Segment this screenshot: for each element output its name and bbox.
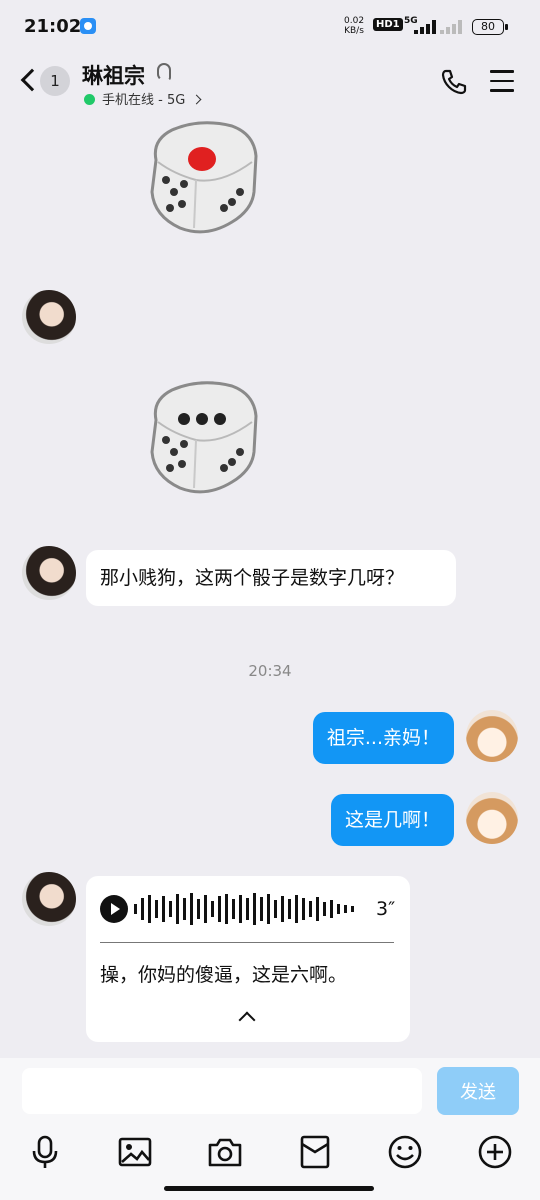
emoji-icon[interactable] [387, 1134, 423, 1170]
incoming-message-bubble[interactable]: 那小贱狗，这两个骰子是数字几呀？ [86, 550, 456, 606]
dice-one-sticker[interactable] [144, 118, 260, 236]
chat-header: 1 琳祖宗 手机在线 - 5G [0, 52, 540, 114]
contact-avatar[interactable] [22, 872, 76, 926]
contact-name[interactable]: 琳祖宗 [82, 60, 145, 90]
send-button[interactable]: 发送 [437, 1067, 519, 1115]
plus-icon[interactable] [477, 1134, 513, 1170]
outgoing-message-bubble[interactable]: 这是几啊！ [330, 794, 454, 846]
red-packet-icon[interactable] [297, 1134, 333, 1170]
online-status-text: 手机在线 - 5G [102, 93, 186, 108]
message-timestamp: 20:34 [248, 662, 292, 680]
voice-duration: 3″ [376, 898, 396, 920]
divider [100, 942, 394, 943]
dice-three-sticker[interactable] [144, 378, 260, 496]
online-status[interactable]: 手机在线 - 5G [84, 89, 202, 108]
network-speed-value: 0.02 [344, 16, 365, 26]
message-input[interactable] [22, 1068, 422, 1114]
phone-call-icon[interactable] [440, 68, 468, 96]
my-avatar[interactable] [466, 710, 518, 762]
unread-count-badge: 1 [40, 66, 70, 96]
status-bar: 21:02 0.02 KB/s HD1 5G 80 [0, 0, 540, 52]
chevron-up-icon[interactable] [238, 1011, 256, 1029]
earpiece-icon [157, 63, 171, 81]
chat-toolbar [0, 1128, 540, 1174]
battery-icon: 80 [472, 19, 508, 35]
back-button[interactable]: 1 [16, 62, 76, 102]
my-avatar[interactable] [466, 792, 518, 844]
contact-avatar[interactable] [22, 290, 76, 344]
outgoing-message-bubble[interactable]: 祖宗...亲妈！ [312, 712, 454, 764]
voice-transcript: 操，你妈的傻逼，这是六啊。 [100, 964, 348, 986]
home-indicator[interactable] [164, 1186, 374, 1191]
microphone-icon[interactable] [27, 1134, 63, 1170]
status-time: 21:02 [24, 16, 82, 37]
image-icon[interactable] [117, 1134, 153, 1170]
contact-avatar[interactable] [22, 546, 76, 600]
network-speed-unit: KB/s [344, 26, 364, 36]
app-notification-icon [80, 18, 96, 34]
audio-waveform [134, 893, 354, 925]
network-speed: 0.02 KB/s [344, 16, 364, 36]
voice-message-card[interactable]: 3″ 操，你妈的傻逼，这是六啊。 [86, 876, 410, 1042]
hd-badge: HD1 [373, 18, 403, 31]
chevron-right-icon [191, 94, 202, 105]
input-area: 发送 [0, 1058, 540, 1200]
camera-icon[interactable] [207, 1134, 243, 1170]
menu-icon[interactable] [490, 70, 514, 92]
online-dot-icon [84, 94, 95, 105]
play-icon[interactable] [100, 895, 128, 923]
